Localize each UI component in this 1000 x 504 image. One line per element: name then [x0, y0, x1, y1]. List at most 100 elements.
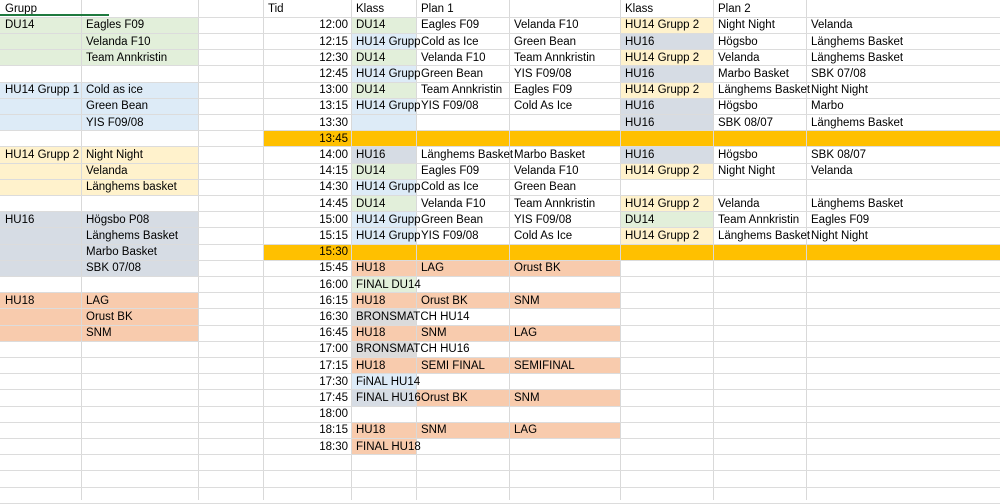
- match-time[interactable]: 12:30: [263, 50, 348, 66]
- plan2-class[interactable]: HU14 Grupp 2: [625, 50, 699, 66]
- group-team[interactable]: Högsbo P08: [86, 212, 149, 228]
- match-time[interactable]: 16:00: [263, 277, 348, 293]
- plan1-class[interactable]: HU14 Grupp: [356, 98, 421, 114]
- plan2-away-team[interactable]: Night Night: [811, 82, 868, 98]
- match-time[interactable]: 18:30: [263, 439, 348, 455]
- plan2-away-team[interactable]: Marbo: [811, 98, 844, 114]
- plan1-class[interactable]: HU16: [356, 147, 385, 163]
- plan2-home-team[interactable]: Velanda: [718, 196, 760, 212]
- group-team[interactable]: Marbo Basket: [86, 244, 157, 260]
- match-time[interactable]: 17:30: [263, 374, 348, 390]
- match-time[interactable]: 14:00: [263, 147, 348, 163]
- match-time[interactable]: 13:30: [263, 115, 348, 131]
- plan1-away-team[interactable]: Cold As Ice: [514, 228, 572, 244]
- plan1-away-team[interactable]: Team Annkristin: [514, 196, 595, 212]
- plan1-home-team[interactable]: Green Bean: [421, 212, 483, 228]
- match-time[interactable]: 17:00: [263, 341, 348, 357]
- plan1-class[interactable]: FINAL HU18: [356, 439, 421, 455]
- group-team[interactable]: SBK 07/08: [86, 260, 141, 276]
- plan1-class[interactable]: DU14: [356, 82, 385, 98]
- match-time[interactable]: 12:45: [263, 66, 348, 82]
- plan1-home-team[interactable]: Länghems Basket: [421, 147, 513, 163]
- plan1-home-team[interactable]: Velanda F10: [421, 50, 486, 66]
- plan1-away-team[interactable]: LAG: [514, 325, 537, 341]
- spreadsheet-grid[interactable]: Grupp Tid Klass Plan 1 Klass Plan 2 DU14 Eagles…: [0, 0, 1000, 504]
- plan2-class[interactable]: HU14 Grupp 2: [625, 163, 699, 179]
- plan2-class[interactable]: HU16: [625, 98, 654, 114]
- plan1-home-team[interactable]: Orust BK: [421, 293, 468, 309]
- group-team[interactable]: Team Annkristin: [86, 50, 167, 66]
- group-team[interactable]: SNM: [86, 325, 112, 341]
- plan1-class[interactable]: FINAL HU16: [356, 390, 421, 406]
- plan2-class[interactable]: HU14 Grupp 2: [625, 17, 699, 33]
- match-time[interactable]: 13:00: [263, 82, 348, 98]
- plan2-home-team[interactable]: Länghems Basket: [718, 228, 810, 244]
- match-time[interactable]: 15:45: [263, 260, 348, 276]
- match-time[interactable]: 16:30: [263, 309, 348, 325]
- plan2-away-team[interactable]: Länghems Basket: [811, 50, 903, 66]
- group-team[interactable]: LAG: [86, 293, 109, 309]
- group-team[interactable]: Night Night: [86, 147, 143, 163]
- header-klass-1[interactable]: Klass: [356, 1, 384, 17]
- plan1-home-team[interactable]: Cold as Ice: [421, 34, 479, 50]
- group-name[interactable]: DU14: [5, 17, 34, 33]
- plan1-away-team[interactable]: SNM: [514, 293, 540, 309]
- group-team[interactable]: Länghems Basket: [86, 228, 178, 244]
- plan1-home-team[interactable]: YIS F09/08: [421, 98, 479, 114]
- plan2-home-team[interactable]: Night Night: [718, 163, 775, 179]
- header-plan-1[interactable]: Plan 1: [421, 1, 454, 17]
- header-klass-2[interactable]: Klass: [625, 1, 653, 17]
- plan1-home-team[interactable]: YIS F09/08: [421, 228, 479, 244]
- plan1-class[interactable]: HU18: [356, 293, 385, 309]
- plan2-home-team[interactable]: Team Annkristin: [718, 212, 799, 228]
- plan1-home-team[interactable]: Velanda F10: [421, 196, 486, 212]
- plan1-class[interactable]: DU14: [356, 196, 385, 212]
- plan2-class[interactable]: HU14 Grupp 2: [625, 82, 699, 98]
- plan2-home-team[interactable]: Högsbo: [718, 147, 758, 163]
- match-time[interactable]: 16:15: [263, 293, 348, 309]
- plan1-class[interactable]: BRONSMATCH HU16: [356, 341, 470, 357]
- plan2-home-team[interactable]: Marbo Basket: [718, 66, 789, 82]
- plan1-away-team[interactable]: Marbo Basket: [514, 147, 585, 163]
- plan1-class[interactable]: HU18: [356, 325, 385, 341]
- plan2-home-team[interactable]: SBK 08/07: [718, 115, 773, 131]
- plan1-class[interactable]: HU18: [356, 422, 385, 438]
- group-team[interactable]: Eagles F09: [86, 17, 144, 33]
- group-team[interactable]: Green Bean: [86, 98, 148, 114]
- match-time[interactable]: 16:45: [263, 325, 348, 341]
- plan1-away-team[interactable]: Green Bean: [514, 34, 576, 50]
- header-tid[interactable]: Tid: [268, 1, 284, 17]
- plan1-class[interactable]: HU14 Grupp: [356, 212, 421, 228]
- plan1-away-team[interactable]: YIS F09/08: [514, 66, 572, 82]
- group-team[interactable]: Cold as ice: [86, 82, 143, 98]
- plan1-class[interactable]: DU14: [356, 163, 385, 179]
- plan2-away-team[interactable]: SBK 08/07: [811, 147, 866, 163]
- match-time[interactable]: 14:15: [263, 163, 348, 179]
- plan2-away-team[interactable]: SBK 07/08: [811, 66, 866, 82]
- plan1-home-team[interactable]: Eagles F09: [421, 17, 479, 33]
- group-name[interactable]: HU16: [5, 212, 34, 228]
- plan2-class[interactable]: HU16: [625, 34, 654, 50]
- match-time[interactable]: 14:30: [263, 179, 348, 195]
- plan1-class[interactable]: HU18: [356, 358, 385, 374]
- plan1-away-team[interactable]: Eagles F09: [514, 82, 572, 98]
- plan1-class[interactable]: HU14 Grupp: [356, 34, 421, 50]
- plan1-class[interactable]: BRONSMATCH HU14: [356, 309, 470, 325]
- plan1-class[interactable]: HU14 Grupp: [356, 66, 421, 82]
- plan1-class[interactable]: FiNAL HU14: [356, 374, 420, 390]
- group-name[interactable]: HU18: [5, 293, 34, 309]
- plan2-home-team[interactable]: Night Night: [718, 17, 775, 33]
- plan1-home-team[interactable]: SEMI FINAL: [421, 358, 485, 374]
- plan1-home-team[interactable]: SNM: [421, 325, 447, 341]
- group-team[interactable]: Velanda F10: [86, 34, 151, 50]
- match-time[interactable]: 15:15: [263, 228, 348, 244]
- plan1-away-team[interactable]: Velanda F10: [514, 17, 579, 33]
- match-time[interactable]: 17:45: [263, 390, 348, 406]
- match-time[interactable]: 13:15: [263, 98, 348, 114]
- plan2-home-team[interactable]: Velanda: [718, 50, 760, 66]
- plan1-class[interactable]: DU14: [356, 50, 385, 66]
- plan1-class[interactable]: FINAL DU14: [356, 277, 421, 293]
- plan2-away-team[interactable]: Velanda: [811, 17, 853, 33]
- match-time[interactable]: 12:15: [263, 34, 348, 50]
- plan2-class[interactable]: HU16: [625, 115, 654, 131]
